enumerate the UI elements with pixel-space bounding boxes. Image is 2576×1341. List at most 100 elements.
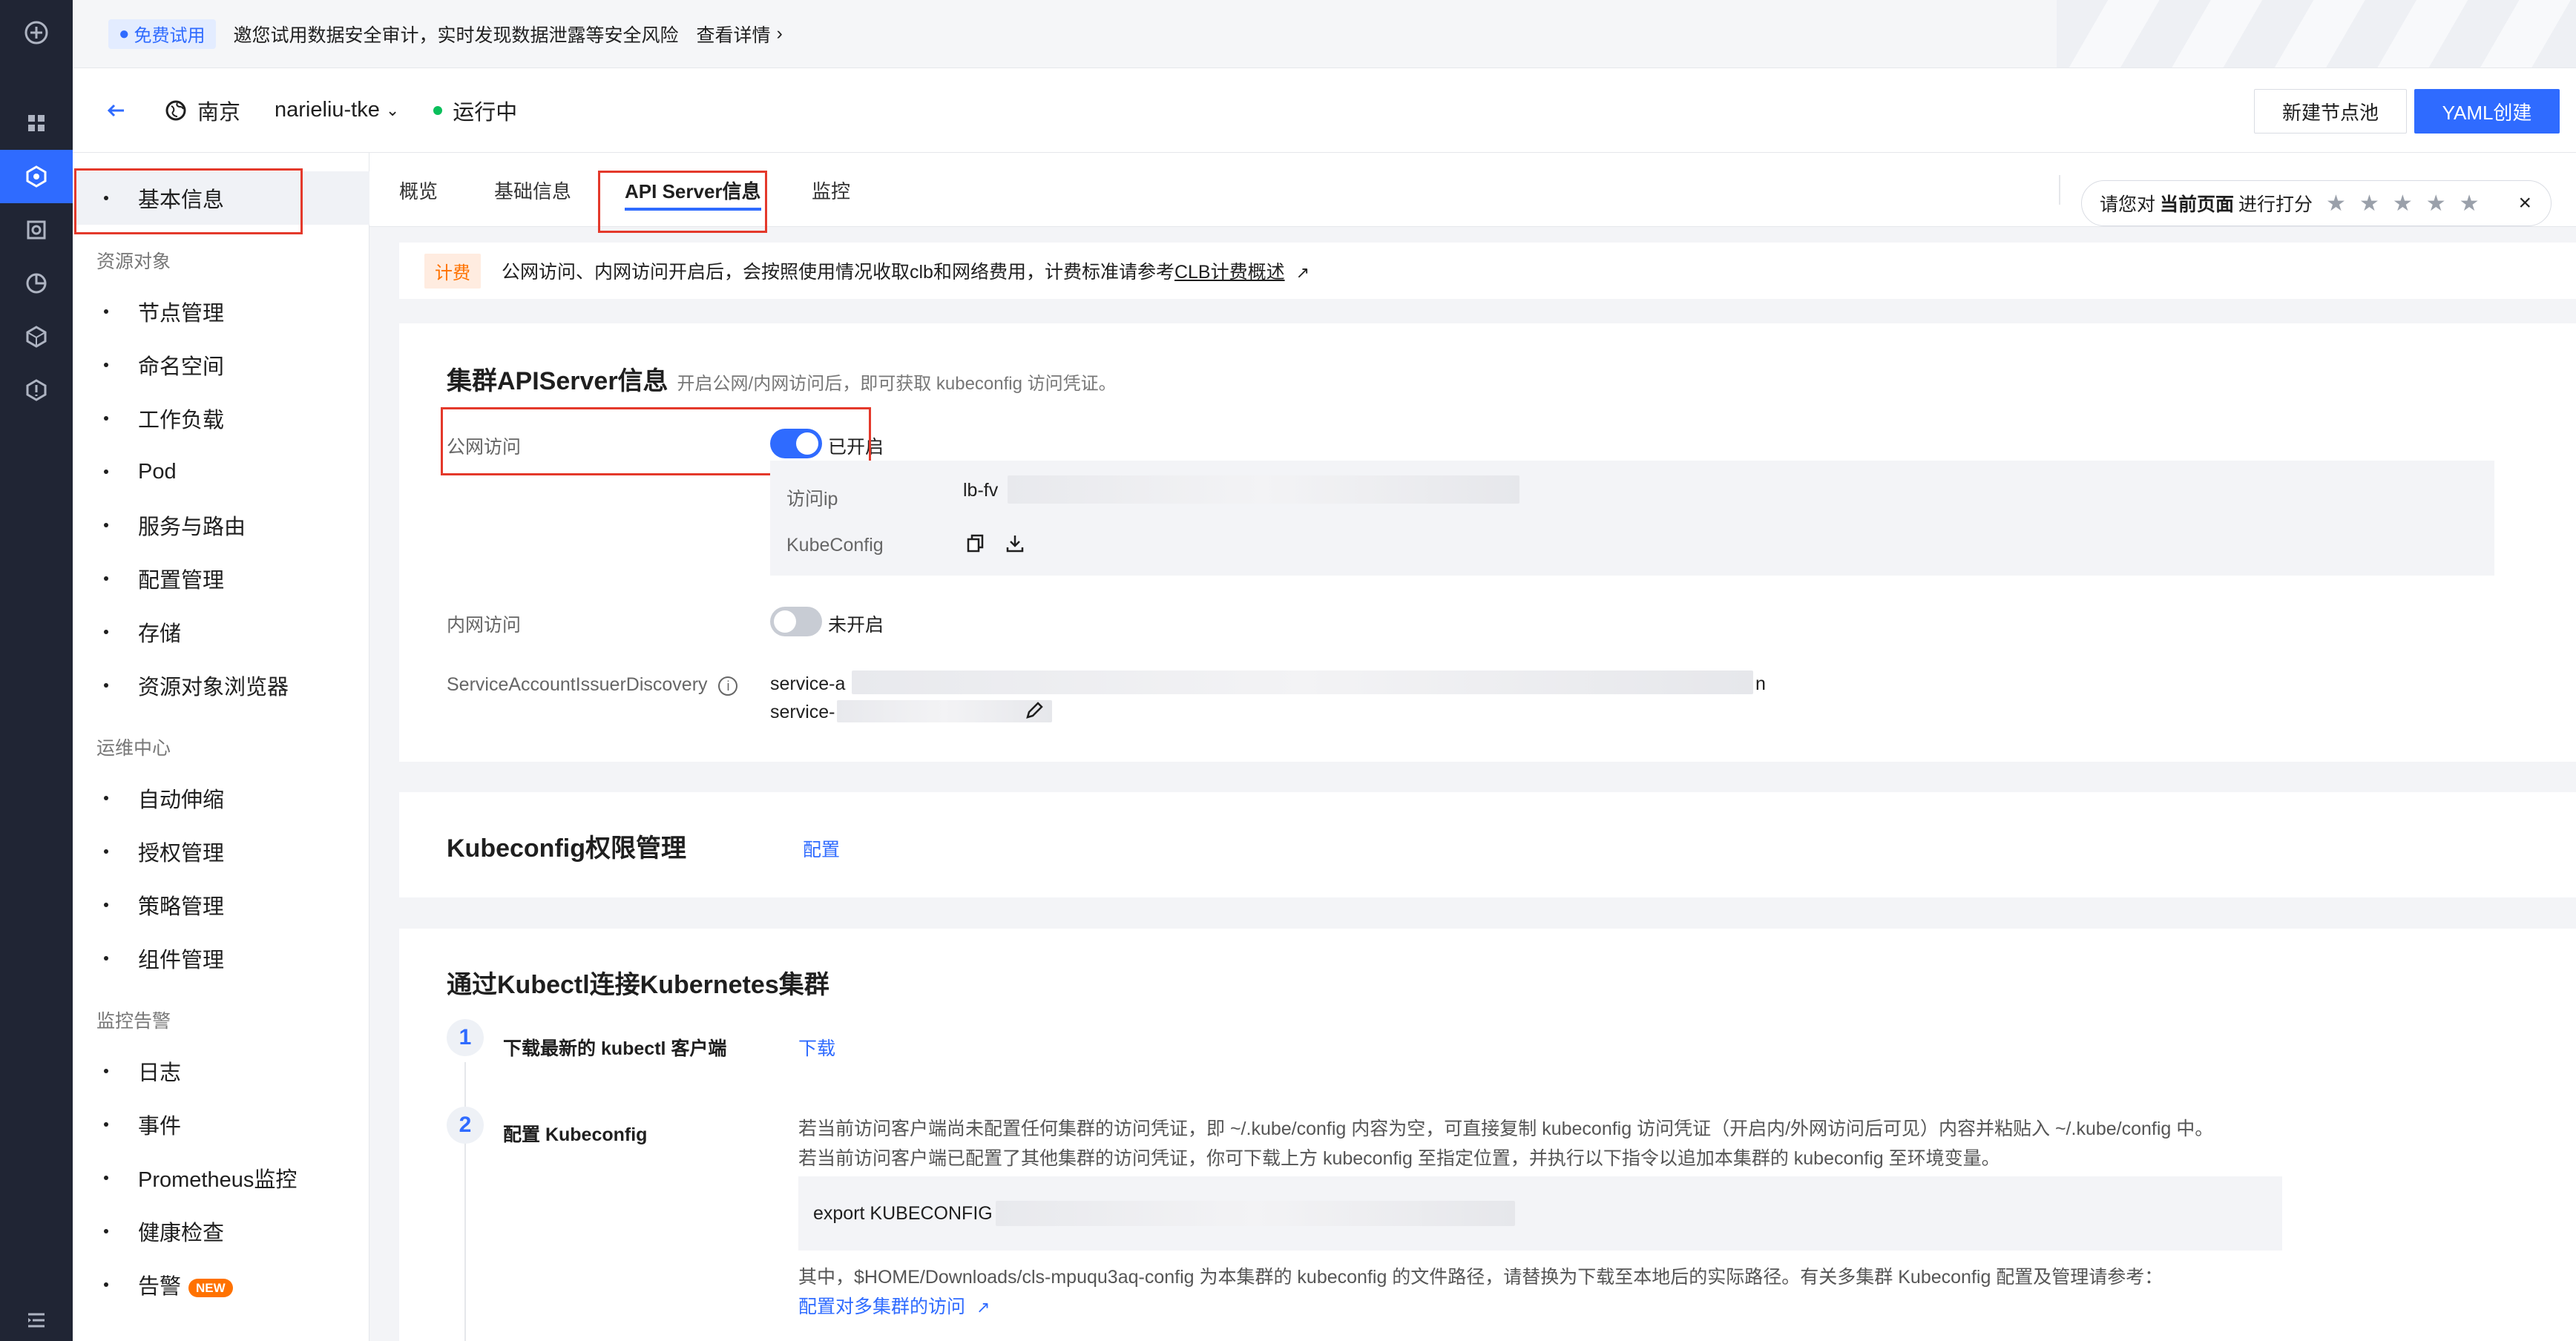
group-resources: 资源对象 bbox=[96, 251, 171, 272]
app-market-icon[interactable] bbox=[0, 310, 73, 363]
sidebar-item-namespaces[interactable]: 命名空间 bbox=[73, 338, 369, 392]
sidebar-item-workloads[interactable]: 工作负载 bbox=[73, 392, 369, 445]
sidebar-item-label: Prometheus监控 bbox=[138, 1168, 298, 1192]
collapse-menu-icon[interactable] bbox=[0, 1299, 73, 1341]
product-logo-icon[interactable] bbox=[0, 6, 73, 59]
sidebar-item-policy[interactable]: 策略管理 bbox=[73, 878, 369, 932]
chevron-right-icon: › bbox=[776, 23, 783, 44]
tab-label: 监控 bbox=[812, 179, 851, 202]
bullet bbox=[104, 363, 108, 367]
banner-detail-label: 查看详情 bbox=[696, 24, 771, 46]
banner-decoration bbox=[2057, 0, 2576, 67]
drop-icon: ● bbox=[119, 23, 130, 44]
sidebar-item-label: 策略管理 bbox=[138, 895, 225, 919]
group-ops: 运维中心 bbox=[96, 738, 171, 759]
clb-billing-link[interactable]: CLB计费概述 bbox=[1174, 262, 1285, 283]
sidebar-item-config[interactable]: 配置管理 bbox=[73, 552, 369, 605]
new-nodepool-button[interactable]: 新建节点池 bbox=[2254, 89, 2407, 134]
private-access-label: 内网访问 bbox=[447, 615, 522, 636]
sidebar-item-label: 存储 bbox=[138, 622, 182, 646]
alerts-label: 告警 bbox=[138, 1275, 182, 1299]
step-2-desc-1: 若当前访问客户端尚未配置任何集群的访问凭证，即 ~/.kube/config 内… bbox=[798, 1118, 2214, 1139]
dashboard-icon[interactable] bbox=[0, 96, 73, 150]
tab-label: 概览 bbox=[399, 179, 438, 202]
tab-monitor[interactable]: 监控 bbox=[812, 153, 850, 227]
private-access-state: 未开启 bbox=[828, 615, 884, 636]
sa-url-1-tail: n bbox=[1755, 673, 1766, 694]
sidebar-item-authorization[interactable]: 授权管理 bbox=[73, 825, 369, 878]
copy-icon[interactable] bbox=[966, 533, 985, 553]
tab-basic[interactable]: 基础信息 bbox=[494, 153, 571, 227]
bullet bbox=[104, 956, 108, 961]
page-rating: 请您对 当前页面 进行打分 ★★★★★ × bbox=[2081, 180, 2552, 226]
free-trial-label: 免费试用 bbox=[134, 26, 206, 46]
region-selector[interactable]: 南京 bbox=[165, 95, 240, 126]
sidebar-item-pod[interactable]: Pod bbox=[73, 445, 369, 498]
tab-divider bbox=[2059, 175, 2060, 205]
yaml-create-button[interactable]: YAML创建 bbox=[2414, 89, 2560, 134]
highlight-box-basic-info bbox=[74, 168, 303, 234]
bullet bbox=[104, 849, 108, 854]
banner-detail-link[interactable]: 查看详情 › bbox=[697, 21, 783, 47]
registry-icon[interactable] bbox=[0, 203, 73, 257]
ops-icon[interactable] bbox=[0, 363, 73, 417]
cluster-name: narieliu-tke bbox=[275, 98, 380, 122]
export-command: export KUBECONFIG bbox=[813, 1202, 993, 1224]
multi-cluster-access-link[interactable]: 配置对多集群的访问 bbox=[798, 1296, 965, 1317]
billing-notice: 计费 公网访问、内网访问开启后，会按照使用情况收取clb和网络费用，计费标准请参… bbox=[399, 243, 2576, 299]
notice-text: 公网访问、内网访问开启后，会按照使用情况收取clb和网络费用，计费标准请参考CL… bbox=[502, 257, 1310, 284]
group-monitor: 监控告警 bbox=[96, 1011, 171, 1032]
sidebar-item-autoscaling[interactable]: 自动伸缩 bbox=[73, 771, 369, 825]
sidebar-item-alerts[interactable]: 告警 NEW bbox=[73, 1258, 369, 1311]
edit-pencil-icon[interactable] bbox=[1024, 700, 1045, 721]
notice-message: 公网访问、内网访问开启后，会按照使用情况收取clb和网络费用，计费标准请参考 bbox=[502, 262, 1174, 283]
sa-url-1: service-a bbox=[770, 673, 846, 694]
kubeconfig-permission-title: Kubeconfig权限管理 bbox=[447, 834, 686, 863]
fee-tag: 计费 bbox=[424, 253, 481, 289]
sidebar-item-label: 事件 bbox=[138, 1115, 182, 1139]
back-arrow-icon[interactable] bbox=[101, 96, 131, 125]
private-access-toggle[interactable] bbox=[770, 607, 822, 636]
step-2-number: 2 bbox=[447, 1107, 484, 1144]
tab-overview[interactable]: 概览 bbox=[399, 153, 438, 227]
step-1-title: 下载最新的 kubectl 客户端 bbox=[503, 1038, 727, 1059]
sidebar-item-prometheus[interactable]: Prometheus监控 bbox=[73, 1151, 369, 1205]
cluster-header: 南京 narieliu-tke ⌄ 运行中 新建节点池 YAML创建 bbox=[73, 68, 2576, 153]
sidebar-item-events[interactable]: 事件 bbox=[73, 1098, 369, 1151]
sidebar-item-label: 资源对象浏览器 bbox=[138, 676, 289, 699]
download-icon[interactable] bbox=[1005, 533, 1025, 554]
sidebar-item-logs[interactable]: 日志 bbox=[73, 1044, 369, 1098]
download-kubectl-link[interactable]: 下载 bbox=[798, 1034, 835, 1061]
bullet bbox=[104, 683, 108, 688]
redacted-sa-url-2 bbox=[837, 700, 1052, 722]
kubeconfig-label: KubeConfig bbox=[786, 535, 884, 556]
sidebar-item-health-check[interactable]: 健康检查 bbox=[73, 1205, 369, 1258]
multi-cluster-link-row: 配置对多集群的访问 ↗ bbox=[798, 1292, 990, 1322]
sidebar-item-resource-browser[interactable]: 资源对象浏览器 bbox=[73, 659, 369, 712]
highlight-box-apiserver-tab bbox=[598, 171, 767, 233]
bullet bbox=[104, 309, 108, 314]
sidebar-item-storage[interactable]: 存储 bbox=[73, 605, 369, 659]
step-2-title: 配置 Kubeconfig bbox=[503, 1124, 648, 1145]
apiserver-card: 集群APIServer信息 开启公网/内网访问后，即可获取 kubeconfig … bbox=[399, 323, 2576, 762]
sidebar-item-nodes[interactable]: 节点管理 bbox=[73, 285, 369, 338]
sa-label-text: ServiceAccountIssuerDiscovery bbox=[447, 674, 708, 695]
close-icon[interactable]: × bbox=[2518, 191, 2531, 216]
sidebar-item-services[interactable]: 服务与路由 bbox=[73, 498, 369, 552]
sidebar-item-label: Pod bbox=[138, 459, 177, 484]
sidebar-item-label: 授权管理 bbox=[138, 842, 225, 866]
info-icon[interactable]: i bbox=[718, 676, 738, 696]
rating-stars[interactable]: ★★★★★ bbox=[2326, 191, 2492, 217]
bullet bbox=[104, 1229, 108, 1233]
cluster-selector[interactable]: narieliu-tke ⌄ bbox=[275, 98, 399, 122]
rating-suffix: 进行打分 bbox=[2238, 194, 2313, 215]
monitor-pie-icon[interactable] bbox=[0, 257, 73, 310]
bullet bbox=[104, 796, 108, 800]
sidebar-item-label: 节点管理 bbox=[138, 302, 225, 326]
sidebar-item-addons[interactable]: 组件管理 bbox=[73, 932, 369, 985]
kubeconfig-config-link[interactable]: 配置 bbox=[803, 835, 840, 862]
cluster-icon[interactable] bbox=[0, 150, 73, 203]
sidebar-item-label: 配置管理 bbox=[138, 569, 225, 593]
export-command-box[interactable]: export KUBECONFIG bbox=[798, 1176, 2282, 1251]
bullet bbox=[104, 903, 108, 907]
